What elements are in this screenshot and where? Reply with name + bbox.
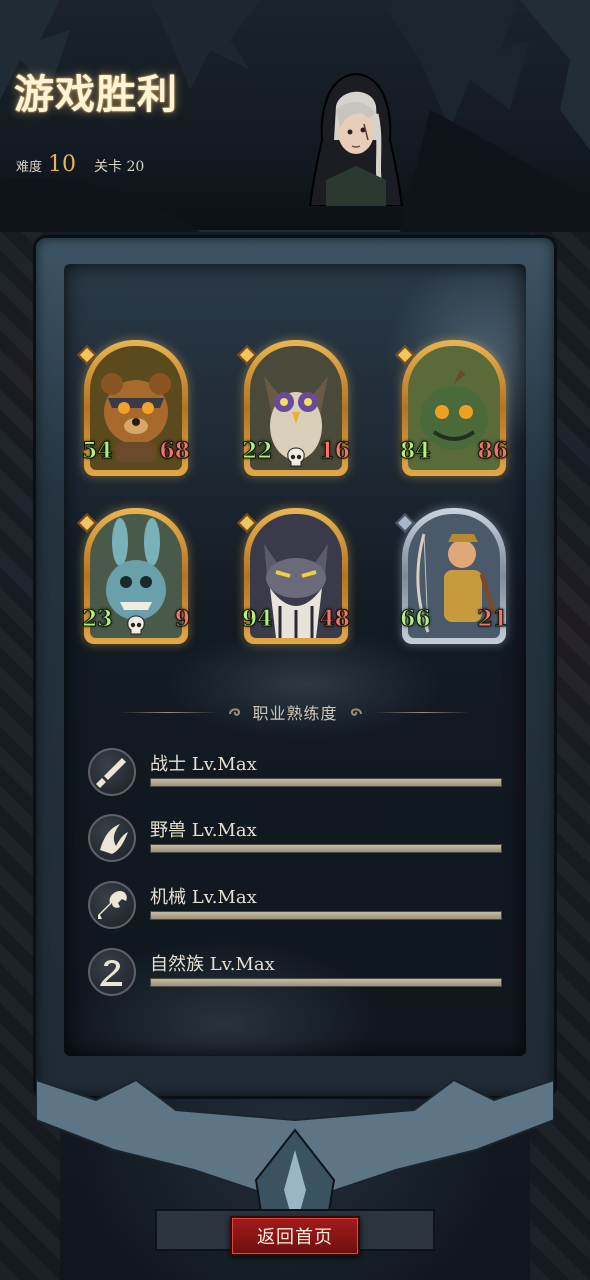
card-health: 68: [159, 438, 191, 465]
beast-claw-icon: [88, 814, 136, 862]
proficiency-row-beast: 野兽 Lv.Max: [88, 810, 508, 866]
proficiency-row-nature: 自然族 Lv.Max: [88, 944, 508, 1000]
page-title: 游戏胜利: [14, 71, 178, 118]
proficiency-row-warrior: 战士 Lv.Max: [88, 744, 508, 800]
proficiency-bar: [150, 978, 502, 987]
proficiency-label: 机械 Lv.Max: [150, 887, 257, 908]
divider: [373, 711, 471, 713]
proficiency-bar: [150, 844, 502, 853]
proficiency-bar: [150, 778, 502, 787]
card-attack: 54: [82, 438, 114, 465]
card-health: 16: [319, 438, 351, 465]
card-attack: 23: [82, 606, 114, 633]
skull-icon: [287, 447, 305, 467]
swirl-ornament-icon: [228, 708, 240, 716]
return-home-button[interactable]: 返回首页: [230, 1216, 360, 1256]
proficiency-title: 职业熟练度: [252, 704, 338, 723]
machine-wrench-icon: [88, 881, 136, 929]
run-info: 难度 10 关卡 20: [16, 152, 144, 177]
unit-card-pumpkin[interactable]: 84 86: [395, 340, 509, 476]
card-attack: 22: [242, 438, 274, 465]
card-health: 9: [174, 606, 190, 633]
unit-card-rabbit[interactable]: 23 9: [77, 508, 191, 644]
difficulty-value: 10: [48, 152, 77, 177]
proficiency-header: 职业熟练度: [120, 700, 471, 724]
warrior-sword-icon: [88, 748, 136, 796]
proficiency-bar-fill: [151, 779, 501, 786]
skull-icon: [127, 615, 145, 635]
proficiency-label: 战士 Lv.Max: [150, 754, 257, 775]
card-health: 48: [319, 606, 351, 633]
card-attack: 66: [400, 606, 432, 633]
proficiency-label: 自然族 Lv.Max: [150, 954, 275, 975]
stage-label: 关卡 20: [94, 159, 145, 175]
proficiency-bar-fill: [151, 979, 501, 986]
proficiency-row-machine: 机械 Lv.Max: [88, 877, 508, 933]
proficiency-bar: [150, 911, 502, 920]
result-header: 游戏胜利 难度 10 关卡 20: [0, 0, 590, 232]
difficulty-label: 难度: [16, 160, 43, 175]
nature-swirl-icon: [88, 948, 136, 996]
card-health: 86: [477, 438, 509, 465]
unit-card-owl[interactable]: 22 16: [237, 340, 351, 476]
unit-card-bear[interactable]: 54 68: [77, 340, 191, 476]
hero-portrait-hooded-girl: [308, 72, 404, 206]
unit-card-archer[interactable]: 66 21: [395, 508, 509, 644]
swirl-ornament-icon: [350, 708, 362, 716]
card-attack: 94: [242, 606, 274, 633]
card-health: 21: [477, 606, 509, 633]
proficiency-label: 野兽 Lv.Max: [150, 820, 257, 841]
unit-card-cat[interactable]: 94 48: [237, 508, 351, 644]
proficiency-bar-fill: [151, 912, 501, 919]
proficiency-bar-fill: [151, 845, 501, 852]
divider: [120, 711, 217, 713]
card-attack: 84: [400, 438, 432, 465]
